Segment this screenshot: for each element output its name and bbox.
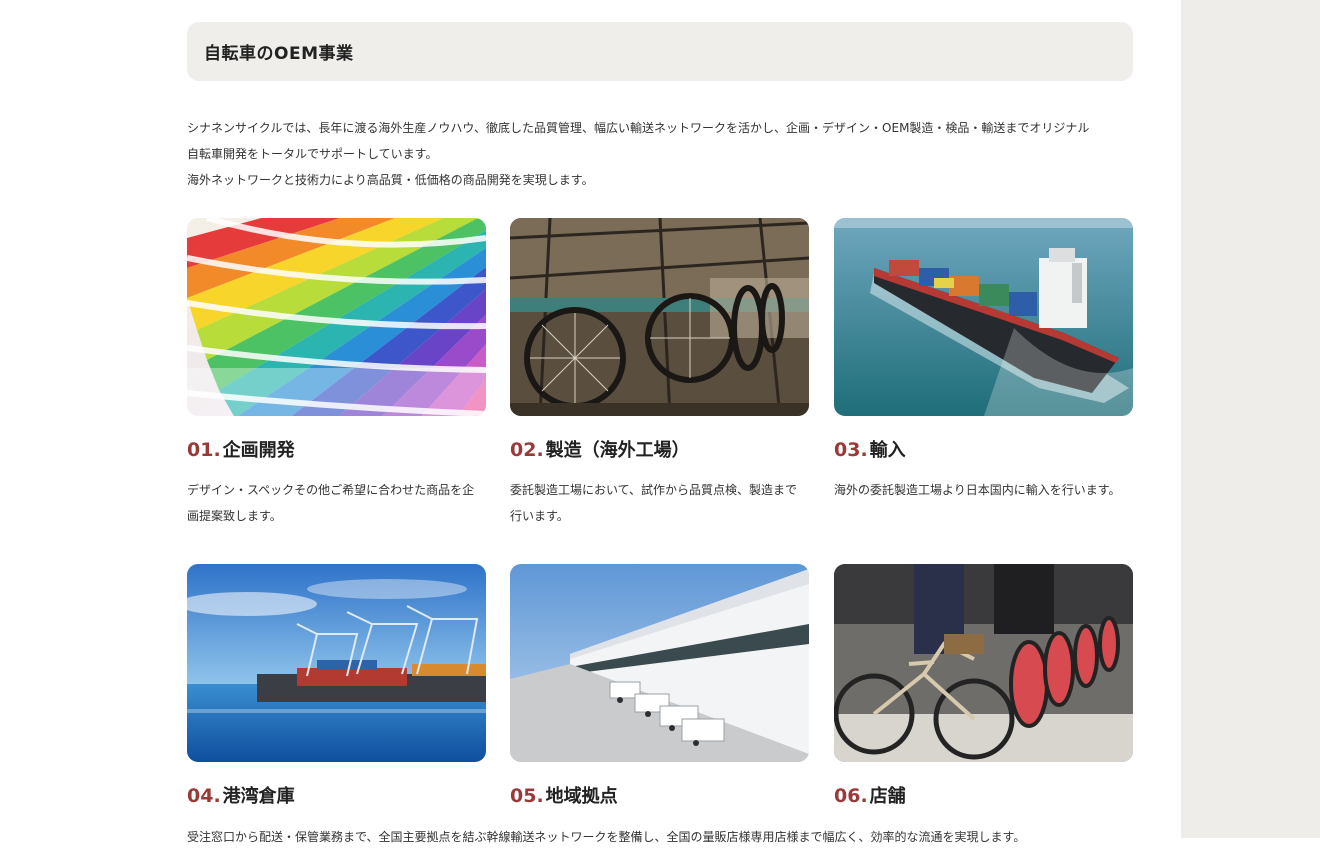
- service-title: 05. 地域拠点: [510, 782, 809, 810]
- service-description: 海外の委託製造工場より日本国内に輸入を行います。: [834, 483, 1121, 497]
- service-description: デザイン・スペックその他ご希望に合わせた商品を企画提案致します。: [187, 483, 475, 523]
- service-name: 企画開発: [222, 440, 295, 461]
- service-number: 05.: [510, 785, 544, 807]
- service-name: 製造（海外工場）: [545, 440, 690, 461]
- service-number: 01.: [187, 439, 221, 461]
- factory-image: [510, 218, 809, 416]
- intro-line: 海外ネットワークと技術力により高品質・低価格の商品開発を実現します。: [187, 173, 594, 187]
- service-title: 04. 港湾倉庫: [187, 782, 486, 810]
- service-card-regional-base: 05. 地域拠点: [510, 564, 809, 810]
- service-title: 03. 輸入: [834, 436, 1133, 464]
- warehouse-image: [510, 564, 809, 762]
- service-description: 委託製造工場において、試作から品質点検、製造まで行います。: [510, 483, 798, 523]
- service-name: 店舗: [869, 786, 906, 807]
- service-card-import: 03. 輸入 海外の委託製造工場より日本国内に輸入を行います。: [834, 218, 1133, 503]
- service-title: 06. 店舗: [834, 782, 1133, 810]
- container-ship-image: [834, 218, 1133, 416]
- port-cranes-image: [187, 564, 486, 762]
- service-title: 01. 企画開発: [187, 436, 486, 464]
- service-name: 地域拠点: [545, 786, 618, 807]
- intro-text: シナネンサイクルでは、長年に渡る海外生産ノウハウ、徹底した品質管理、幅広い輸送ネ…: [187, 115, 1147, 193]
- service-number: 03.: [834, 439, 868, 461]
- network-description: 受注窓口から配送・保管業務まで、全国主要拠点を結ぶ幹線輸送ネットワークを整備し、…: [187, 830, 1026, 844]
- section-heading: 自転車のOEM事業: [187, 22, 1133, 81]
- color-swatch-image: [187, 218, 486, 416]
- right-side-panel: [1181, 0, 1320, 838]
- service-name: 輸入: [869, 440, 906, 461]
- service-name: 港湾倉庫: [222, 786, 295, 807]
- service-card-port-warehouse: 04. 港湾倉庫: [187, 564, 486, 810]
- service-title: 02. 製造（海外工場）: [510, 436, 809, 464]
- service-number: 02.: [510, 439, 544, 461]
- bicycle-store-image: [834, 564, 1133, 762]
- intro-line: 自転車開発をトータルでサポートしています。: [187, 147, 438, 161]
- intro-line: シナネンサイクルでは、長年に渡る海外生産ノウハウ、徹底した品質管理、幅広い輸送ネ…: [187, 121, 1090, 135]
- service-card-store: 06. 店舗: [834, 564, 1133, 810]
- service-number: 06.: [834, 785, 868, 807]
- service-card-manufacturing: 02. 製造（海外工場） 委託製造工場において、試作から品質点検、製造まで行いま…: [510, 218, 809, 529]
- service-number: 04.: [187, 785, 221, 807]
- service-card-planning: 01. 企画開発 デザイン・スペックその他ご希望に合わせた商品を企画提案致します…: [187, 218, 486, 529]
